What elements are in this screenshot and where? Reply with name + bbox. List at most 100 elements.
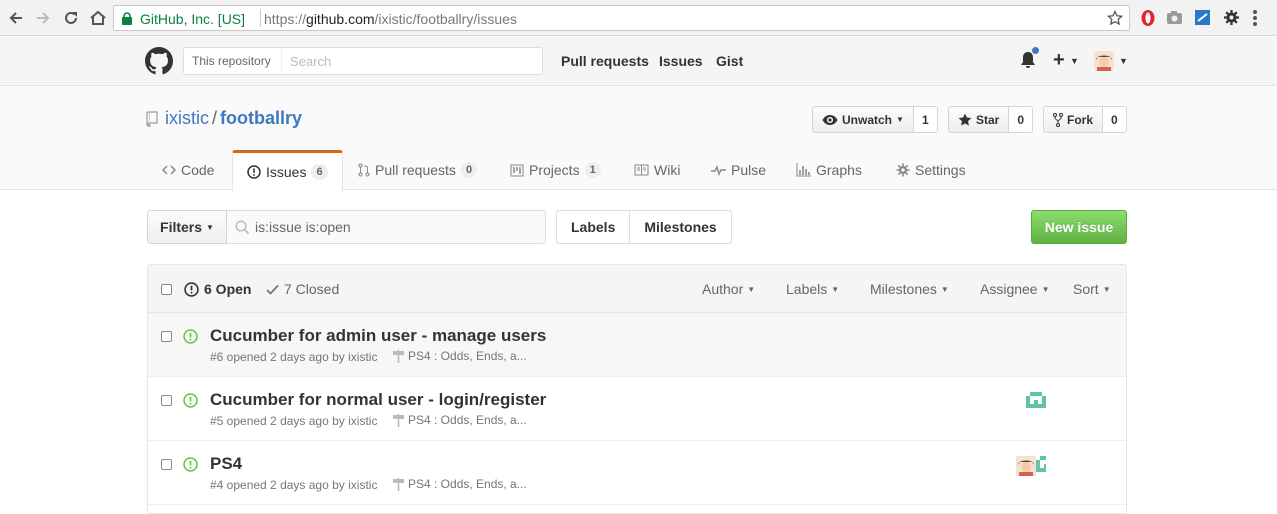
tab-wiki[interactable]: Wiki [620,150,694,190]
assignee-avatar[interactable] [1016,456,1036,476]
assignee-avatar[interactable] [1026,392,1046,412]
star-button[interactable]: Star [948,106,1010,133]
row-checkbox[interactable] [161,331,172,342]
tab-label: Code [181,162,215,178]
fork-icon [1053,112,1063,127]
nav-gist[interactable]: Gist [716,53,743,69]
chevron-down-icon: ▼ [940,285,949,294]
tab-settings[interactable]: Settings [882,150,980,190]
sort-filter[interactable]: Sort ▼ [1073,281,1111,297]
tab-pulse[interactable]: Pulse [697,150,780,190]
assignees [1026,392,1046,412]
milestone-icon [393,413,404,427]
open-issues-toggle[interactable]: 6 Open [184,281,251,297]
new-issue-button[interactable]: New issue [1031,210,1127,244]
milestone-label: PS4 : Odds, Ends, a... [408,413,527,427]
issue-opened-icon [247,165,261,179]
watch-count[interactable]: 1 [913,106,938,133]
table-row[interactable]: Cucumber for admin user - manage users #… [148,313,1126,377]
milestone-label: PS4 : Odds, Ends, a... [408,349,527,363]
issue-title-link[interactable]: PS4 [210,454,242,474]
search-scope-label: This repository [184,48,282,74]
tab-pull-requests[interactable]: Pull requests 0 [344,150,491,190]
issue-filter-bar: Filters ▼ [147,210,546,244]
issue-meta: #4 opened 2 days ago by ixistic [210,478,378,492]
code-icon [162,165,176,175]
tab-projects[interactable]: Projects 1 [496,150,615,190]
opera-icon[interactable] [1140,9,1156,27]
repo-owner-link[interactable]: ixistic [165,108,209,128]
address-bar[interactable]: GitHub, Inc. [US] https://github.com/ixi… [113,5,1130,31]
milestones-link[interactable]: Milestones [630,210,732,244]
row-checkbox[interactable] [161,459,172,470]
labels-milestones-nav: Labels Milestones [556,210,732,244]
milestone-link[interactable]: PS4 : Odds, Ends, a... [393,413,527,427]
assignee-avatar[interactable] [1036,456,1046,476]
chevron-down-icon: ▼ [1102,285,1111,294]
select-all-checkbox[interactable] [161,284,172,295]
issue-meta: #5 opened 2 days ago by ixistic [210,414,378,428]
labels-filter[interactable]: Labels ▼ [786,281,839,297]
create-new-icon[interactable]: + [1053,49,1065,72]
camera-icon[interactable] [1166,9,1183,26]
tab-code[interactable]: Code [148,150,228,190]
pull-request-icon [358,163,370,177]
tab-counter: 1 [584,162,601,178]
chevron-down-icon: ▼ [1070,56,1079,66]
browser-toolbar: GitHub, Inc. [US] https://github.com/ixi… [0,0,1277,36]
open-count-label: 6 Open [204,281,252,297]
lock-icon [122,12,132,25]
project-icon [510,164,524,176]
chevron-down-icon: ▼ [1041,285,1050,294]
unwatch-label: Unwatch [842,112,893,127]
filter-search [227,210,546,244]
star-group: Star 0 [948,106,1034,133]
row-checkbox[interactable] [161,395,172,406]
repo-name-link[interactable]: footballry [220,108,302,128]
nav-issues[interactable]: Issues [659,53,703,69]
issue-title-link[interactable]: Cucumber for normal user - login/registe… [210,390,546,410]
gear-icon [896,163,910,177]
closed-issues-toggle[interactable]: 7 Closed [266,281,339,297]
site-search: This repository [183,47,543,75]
tab-issues[interactable]: Issues 6 [232,150,343,191]
issue-meta: #6 opened 2 days ago by ixistic [210,350,378,364]
screenshot-icon[interactable] [1194,9,1211,26]
issue-filter-input[interactable] [255,211,535,243]
star-count[interactable]: 0 [1009,106,1034,133]
github-logo-icon[interactable] [145,47,173,75]
table-row[interactable]: PS4 #4 opened 2 days ago by ixistic PS4 … [148,441,1126,505]
bookmark-star-icon[interactable] [1107,10,1123,26]
milestones-filter[interactable]: Milestones ▼ [870,281,949,297]
milestone-link[interactable]: PS4 : Odds, Ends, a... [393,477,527,491]
labels-link[interactable]: Labels [556,210,631,244]
fork-button[interactable]: Fork [1043,106,1104,133]
nav-pull-requests[interactable]: Pull requests [561,53,649,69]
author-filter[interactable]: Author ▼ [702,281,755,297]
graph-icon [796,163,811,177]
chevron-down-icon: ▼ [896,115,904,124]
avatar[interactable] [1094,51,1114,71]
search-input[interactable] [283,48,541,74]
fork-count[interactable]: 0 [1103,106,1127,133]
tab-graphs[interactable]: Graphs [782,150,876,190]
issue-title-link[interactable]: Cucumber for admin user - manage users [210,326,546,346]
assignee-filter[interactable]: Assignee ▼ [980,281,1050,297]
url-text[interactable]: https://github.com/ixistic/footballry/is… [264,11,517,27]
chevron-down-icon: ▼ [1119,56,1128,66]
reload-icon[interactable] [62,9,80,27]
tab-label: Issues [266,164,307,180]
menu-icon[interactable] [1252,9,1258,27]
secure-label: GitHub, Inc. [US] [140,11,246,27]
settings-gear-icon[interactable] [1223,9,1240,26]
issue-opened-icon [184,281,199,297]
repo-path-separator: / [212,108,218,128]
forward-icon[interactable] [34,9,52,27]
filters-dropdown-button[interactable]: Filters ▼ [147,210,227,244]
home-icon[interactable] [89,9,107,27]
back-icon[interactable] [7,9,25,27]
milestone-link[interactable]: PS4 : Odds, Ends, a... [393,349,527,363]
table-row[interactable]: Cucumber for normal user - login/registe… [148,377,1126,441]
unwatch-button[interactable]: Unwatch ▼ [812,106,914,133]
issue-opened-icon [183,457,198,472]
